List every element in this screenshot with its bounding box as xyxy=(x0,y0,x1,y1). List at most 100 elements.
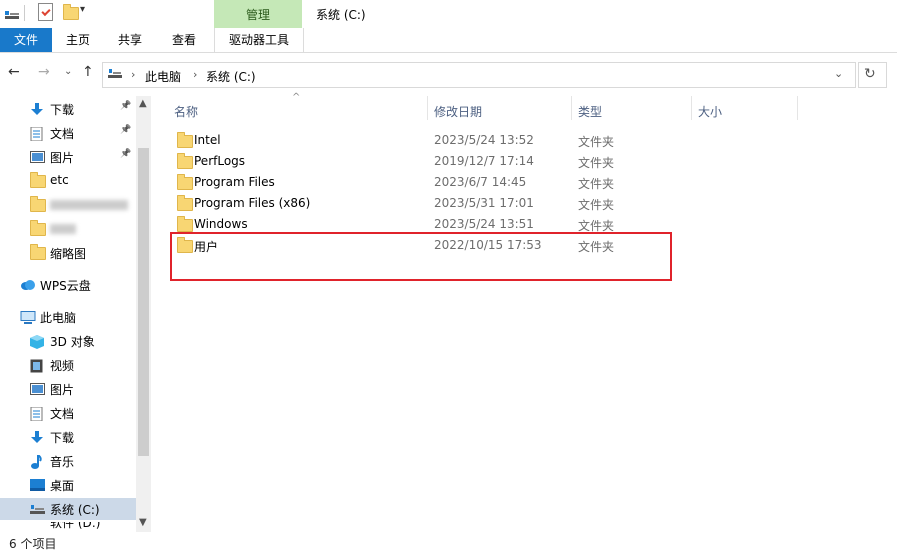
folder-icon xyxy=(177,153,193,169)
qat-dropdown-icon[interactable]: ▾ xyxy=(80,4,85,15)
nav-item-music[interactable]: 音乐 xyxy=(0,450,136,472)
up-button[interactable]: ↑ xyxy=(82,64,94,80)
redacted-label xyxy=(50,224,76,234)
manage-tab-label: 管理 xyxy=(245,8,270,22)
breadcrumb-drive-c[interactable]: 系统 (C:) xyxy=(206,68,256,85)
breadcrumb-separator[interactable]: › xyxy=(131,68,135,81)
column-divider[interactable] xyxy=(797,96,798,120)
file-modified: 2023/5/24 13:51 xyxy=(434,217,534,231)
drive-icon xyxy=(108,69,122,78)
documents-icon xyxy=(30,127,43,141)
scroll-down-icon[interactable]: ▼ xyxy=(139,517,147,528)
forward-button[interactable]: → xyxy=(38,64,50,80)
folder-icon xyxy=(177,174,193,190)
download-icon xyxy=(31,431,43,443)
breadcrumb-separator[interactable]: › xyxy=(193,68,197,81)
nav-item-thumbnails[interactable]: 缩略图 xyxy=(0,242,136,264)
videos-icon xyxy=(30,359,43,373)
nav-item-label: 图片 xyxy=(50,383,75,397)
refresh-icon[interactable]: ↻ xyxy=(864,66,876,82)
folder-icon xyxy=(30,196,46,212)
file-modified: 2023/6/7 14:45 xyxy=(434,175,527,189)
nav-item-drive-c[interactable]: 系统 (C:) xyxy=(0,498,136,520)
status-item-count: 6 个项目 xyxy=(9,537,57,551)
nav-item-wps-cloud[interactable]: WPS云盘 xyxy=(0,274,136,296)
folder-icon xyxy=(177,195,193,211)
file-modified: 2023/5/31 17:01 xyxy=(434,196,534,210)
column-divider[interactable] xyxy=(427,96,428,120)
nav-item-label: 桌面 xyxy=(50,479,75,493)
new-folder-icon[interactable] xyxy=(63,4,79,20)
nav-item-drive-d[interactable]: 软件 (D:) xyxy=(0,522,136,531)
cloud-icon xyxy=(21,280,35,290)
nav-item-documents[interactable]: 文档 xyxy=(0,402,136,424)
nav-item-videos[interactable]: 视频 xyxy=(0,354,136,376)
nav-item-label: 音乐 xyxy=(50,455,75,469)
file-name: PerfLogs xyxy=(194,154,246,168)
nav-item-pictures[interactable]: 图片 📌 xyxy=(0,146,136,168)
nav-item-documents[interactable]: 文档 📌 xyxy=(0,122,136,144)
title-bar: ▾ 管理 系统 (C:) xyxy=(0,0,897,28)
column-header-type[interactable]: 类型 xyxy=(578,103,602,120)
nav-item-desktop[interactable]: 桌面 xyxy=(0,474,136,496)
nav-item-pictures[interactable]: 图片 xyxy=(0,378,136,400)
nav-item-label: 视频 xyxy=(50,359,75,373)
column-header-modified[interactable]: 修改日期 xyxy=(434,103,482,120)
pin-icon[interactable]: 📌 xyxy=(120,149,131,159)
nav-item-label: 3D 对象 xyxy=(50,335,95,349)
file-type: 文件夹 xyxy=(578,177,615,191)
column-divider[interactable] xyxy=(691,96,692,120)
folder-icon xyxy=(30,244,46,260)
nav-item-redacted[interactable] xyxy=(0,194,136,216)
file-row[interactable]: Intel 2023/5/24 13:52 文件夹 xyxy=(168,130,698,151)
nav-item-this-pc[interactable]: 此电脑 xyxy=(0,306,136,328)
tab-drive-tools[interactable]: 驱动器工具 xyxy=(214,28,304,52)
music-icon xyxy=(31,455,42,469)
nav-item-etc[interactable]: etc xyxy=(0,170,136,192)
column-divider[interactable] xyxy=(571,96,572,120)
column-header-size[interactable]: 大小 xyxy=(698,103,722,120)
nav-item-label: 文档 xyxy=(50,407,75,421)
tab-file[interactable]: 文件 xyxy=(0,28,52,52)
file-type: 文件夹 xyxy=(578,156,615,170)
nav-item-downloads[interactable]: 下载 xyxy=(0,426,136,448)
nav-scrollbar-thumb[interactable] xyxy=(138,148,149,456)
drive-icon xyxy=(30,505,45,514)
address-dropdown-icon[interactable]: ⌄ xyxy=(834,67,843,80)
pin-icon[interactable]: 📌 xyxy=(120,101,131,111)
pin-icon[interactable]: 📌 xyxy=(120,125,131,135)
file-name: Intel xyxy=(194,133,221,147)
folder-icon xyxy=(30,172,46,188)
file-name: Program Files xyxy=(194,175,275,189)
sort-ascending-icon: ^ xyxy=(292,92,301,103)
desktop-icon xyxy=(30,479,45,491)
properties-icon[interactable] xyxy=(38,3,53,21)
file-type: 文件夹 xyxy=(578,135,615,149)
nav-item-label: 软件 (D:) xyxy=(50,522,101,530)
column-header-name[interactable]: 名称 xyxy=(174,103,198,120)
folder-icon xyxy=(30,220,46,236)
nav-item-downloads[interactable]: 下载 📌 xyxy=(0,98,136,120)
nav-item-label: 文档 xyxy=(50,127,75,141)
nav-item-label: 此电脑 xyxy=(40,311,77,325)
nav-item-redacted[interactable] xyxy=(0,218,136,240)
nav-item-label: 图片 xyxy=(50,151,75,165)
back-button[interactable]: ← xyxy=(8,64,20,80)
annotation-highlight-box xyxy=(170,232,672,281)
file-row[interactable]: Program Files 2023/6/7 14:45 文件夹 xyxy=(168,172,698,193)
breadcrumb-this-pc[interactable]: 此电脑 xyxy=(145,68,181,85)
scroll-up-icon[interactable]: ▲ xyxy=(139,98,147,109)
3d-objects-icon xyxy=(30,335,44,349)
folder-icon xyxy=(177,132,193,148)
tab-view[interactable]: 查看 xyxy=(162,28,206,52)
nav-item-3d-objects[interactable]: 3D 对象 xyxy=(0,330,136,352)
file-row[interactable]: PerfLogs 2019/12/7 17:14 文件夹 xyxy=(168,151,698,172)
recent-locations-icon[interactable]: ⌄ xyxy=(64,66,72,77)
tab-home[interactable]: 主页 xyxy=(56,28,100,52)
download-icon xyxy=(31,103,43,115)
file-row[interactable]: Program Files (x86) 2023/5/31 17:01 文件夹 xyxy=(168,193,698,214)
file-type: 文件夹 xyxy=(578,198,615,212)
tab-share[interactable]: 共享 xyxy=(108,28,152,52)
file-name: Windows xyxy=(194,217,248,231)
pc-icon[interactable] xyxy=(4,6,20,20)
